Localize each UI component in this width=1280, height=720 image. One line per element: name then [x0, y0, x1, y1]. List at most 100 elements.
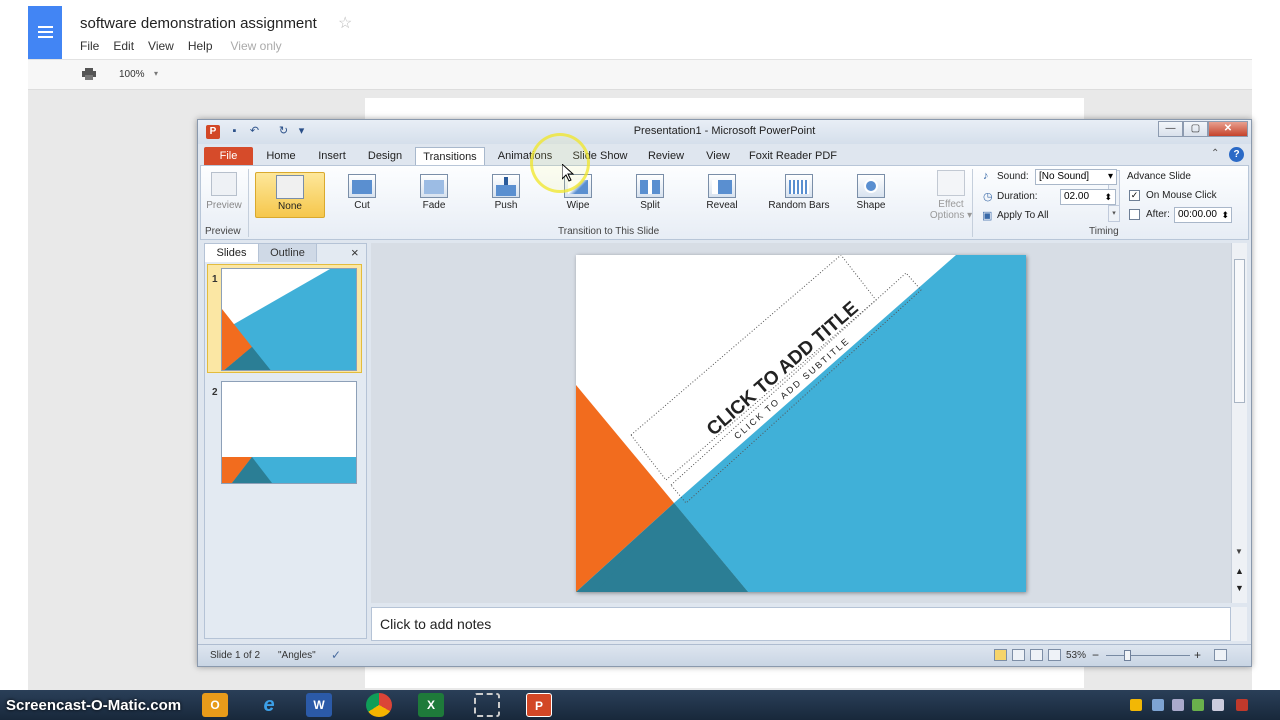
tray-alert-icon[interactable] [1236, 699, 1248, 711]
ie-icon[interactable]: e [256, 693, 282, 717]
none-transition-icon [276, 175, 304, 199]
docs-logo-icon[interactable] [28, 6, 62, 59]
chevron-down-icon[interactable]: ▼ [1235, 547, 1243, 556]
duration-clock-icon: ◷ [983, 191, 993, 203]
apply-to-all-button[interactable]: Apply To All [997, 210, 1049, 221]
zoom-in-icon[interactable]: + [1194, 648, 1201, 662]
chrome-icon[interactable] [366, 693, 392, 717]
chevron-down-icon: ▾ [1107, 171, 1113, 182]
slide-thumbnail-2[interactable] [221, 381, 357, 484]
tab-view[interactable]: View [698, 147, 738, 166]
slide-sorter-button[interactable] [1012, 649, 1025, 661]
zoom-out-icon[interactable]: − [1092, 648, 1099, 662]
tab-file[interactable]: File [204, 147, 253, 166]
transition-random-bars[interactable]: Random Bars [759, 172, 839, 218]
notes-scrollbar[interactable] [1231, 607, 1247, 641]
tray-norton-icon[interactable] [1130, 699, 1142, 711]
tab-outline[interactable]: Outline [259, 244, 317, 262]
transition-split[interactable]: Split [615, 172, 685, 218]
zoom-select[interactable]: 100% [119, 69, 145, 80]
sound-value: [No Sound] [1039, 171, 1090, 182]
transition-label: Shape [856, 200, 886, 211]
powerpoint-icon[interactable]: P [526, 693, 552, 717]
chevron-down-icon[interactable]: ▾ [154, 69, 158, 78]
transition-shape[interactable]: Shape [836, 172, 906, 218]
transition-cut[interactable]: Cut [327, 172, 397, 218]
excel-icon[interactable]: X [418, 693, 444, 717]
slide-show-button[interactable] [1048, 649, 1061, 661]
menu-edit[interactable]: Edit [113, 39, 134, 53]
menu-help[interactable]: Help [188, 39, 213, 53]
tray-security-icon[interactable] [1192, 699, 1204, 711]
outlook-icon[interactable]: O [202, 693, 228, 717]
close-icon[interactable]: × [351, 245, 359, 260]
transition-fade[interactable]: Fade [399, 172, 469, 218]
bluetooth-icon[interactable] [1172, 699, 1184, 711]
tray-network-icon[interactable] [1152, 699, 1164, 711]
after-checkbox[interactable] [1129, 209, 1140, 220]
word-icon[interactable]: W [306, 693, 332, 717]
reveal-transition-icon [708, 174, 736, 198]
menu-file[interactable]: File [80, 39, 99, 53]
tab-review[interactable]: Review [642, 147, 690, 166]
transition-reveal[interactable]: Reveal [687, 172, 757, 218]
tab-transitions[interactable]: Transitions [415, 147, 485, 166]
star-icon[interactable]: ☆ [338, 13, 352, 33]
preview-button[interactable]: Preview [205, 172, 243, 211]
cursor-highlight [530, 133, 590, 193]
slide-thumbnail-1[interactable] [221, 268, 357, 371]
slide-vertical-scrollbar[interactable]: ▼ ▲ ▼ [1231, 243, 1247, 603]
docs-header: software demonstration assignment ☆ File… [28, 0, 1252, 60]
previous-slide-icon[interactable]: ▲ [1235, 566, 1244, 576]
cut-transition-icon [348, 174, 376, 198]
help-icon[interactable]: ? [1229, 147, 1244, 162]
expand-gallery-icon[interactable]: ▾ [1109, 205, 1119, 221]
spell-check-icon[interactable]: ✓ [331, 648, 341, 662]
document-title[interactable]: software demonstration assignment [80, 15, 317, 32]
scrollbar-thumb[interactable] [1234, 259, 1245, 403]
effect-options-label-2: Options ▾ [929, 210, 973, 221]
effect-options-button[interactable]: Effect Options ▾ [925, 170, 977, 221]
windows-taskbar: Screencast-O-Matic.com O e W X P [0, 690, 1280, 720]
transition-label: Wipe [566, 200, 590, 211]
window-title: Presentation1 - Microsoft PowerPoint [633, 125, 816, 137]
tab-design[interactable]: Design [362, 147, 408, 166]
powerpoint-window: P ▪ ↶ ↻ ▾ Presentation1 - Microsoft Powe… [197, 119, 1252, 667]
reading-view-button[interactable] [1030, 649, 1043, 661]
transition-none[interactable]: None [255, 172, 325, 218]
normal-view-button[interactable] [994, 649, 1007, 661]
preview-label: Preview [206, 200, 242, 211]
notes-pane[interactable]: Click to add notes [371, 607, 1231, 641]
zoom-slider-knob[interactable] [1124, 650, 1131, 661]
sound-dropdown[interactable]: [No Sound] ▾ [1035, 169, 1117, 185]
notes-placeholder: Click to add notes [380, 616, 492, 632]
spinner-icon[interactable]: ⬍ [1104, 190, 1112, 204]
zoom-slider[interactable] [1106, 655, 1190, 656]
transition-push[interactable]: Push [471, 172, 541, 218]
slides-panel: Slides Outline × 1 2 [204, 243, 367, 639]
ribbon-minimize-icon[interactable]: ⌃ [1211, 148, 1219, 159]
tab-home[interactable]: Home [260, 147, 302, 166]
minimize-button[interactable]: — [1158, 121, 1183, 137]
slide-canvas[interactable]: CLICK TO ADD TITLE CLICK TO ADD SUBTITLE [576, 255, 1026, 592]
tab-insert[interactable]: Insert [310, 147, 354, 166]
tab-foxit-reader-pdf[interactable]: Foxit Reader PDF [748, 147, 838, 166]
spinner-icon[interactable]: ⬍ [1221, 208, 1229, 222]
fit-to-window-icon[interactable] [1214, 649, 1227, 661]
sound-label: Sound: [997, 171, 1029, 182]
sound-icon: ♪ [983, 170, 989, 182]
zoom-level[interactable]: 53% [1066, 650, 1086, 661]
after-input[interactable]: 00:00.00 ⬍ [1174, 207, 1232, 223]
print-icon[interactable] [82, 68, 96, 80]
on-mouse-click-checkbox[interactable]: ✓ [1129, 190, 1140, 201]
duration-value: 02.00 [1064, 191, 1090, 202]
next-slide-icon[interactable]: ▼ [1235, 583, 1244, 593]
snipping-tool-icon[interactable] [474, 693, 500, 717]
transition-label: Reveal [706, 200, 738, 211]
close-button[interactable]: ✕ [1208, 121, 1248, 137]
menu-view[interactable]: View [148, 39, 174, 53]
maximize-button[interactable]: ▢ [1183, 121, 1208, 137]
duration-input[interactable]: 02.00 ⬍ [1060, 189, 1116, 205]
volume-icon[interactable] [1212, 699, 1224, 711]
tab-slides[interactable]: Slides [205, 244, 259, 262]
